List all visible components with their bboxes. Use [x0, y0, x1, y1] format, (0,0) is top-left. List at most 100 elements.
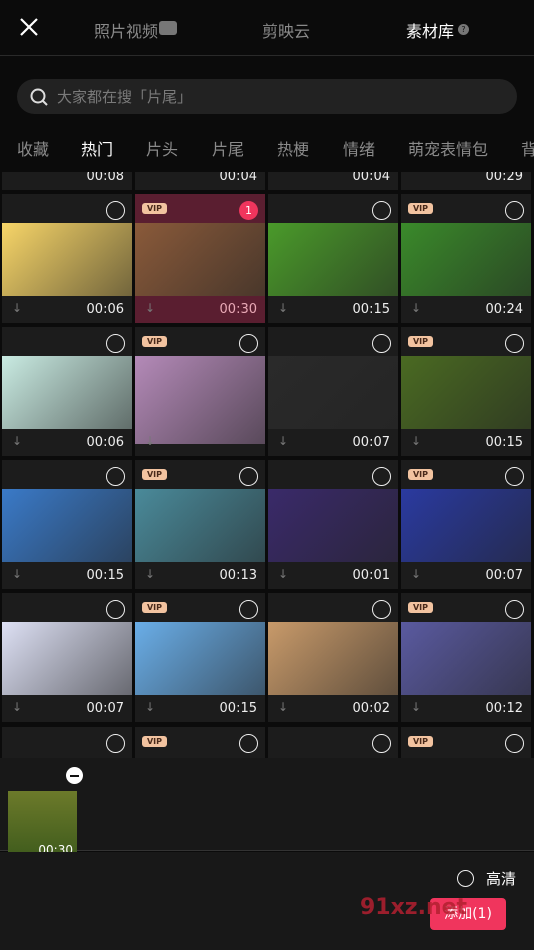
material-item[interactable]: 00:08 [2, 172, 132, 190]
download-icon[interactable]: ↓ [278, 567, 288, 581]
download-icon[interactable]: ↓ [12, 700, 22, 714]
material-item[interactable]: ↓ 00:07 [2, 593, 132, 722]
material-item[interactable]: ↓ 00:15 [268, 194, 398, 323]
select-circle-icon[interactable] [505, 201, 524, 220]
category-tab[interactable]: 片头 [146, 136, 178, 160]
vip-badge: VIP [408, 469, 433, 480]
tab-photos-videos[interactable]: 照片视频 [94, 18, 158, 42]
material-item[interactable]: ↓ 00:02 [268, 593, 398, 722]
thumbnail [2, 489, 132, 562]
download-icon[interactable]: ↓ [145, 567, 155, 581]
material-item[interactable]: ↓ 00:06 [2, 194, 132, 323]
category-tab[interactable]: 热梗 [277, 136, 309, 160]
material-item[interactable]: VIP [401, 727, 531, 758]
select-circle-icon[interactable] [372, 467, 391, 486]
select-circle-icon[interactable] [106, 600, 125, 619]
remove-icon[interactable] [66, 767, 83, 784]
tab-cloud[interactable]: 剪映云 [262, 18, 310, 42]
select-circle-icon[interactable] [239, 467, 258, 486]
select-circle-icon[interactable] [372, 600, 391, 619]
material-item[interactable]: VIP ↓ 00:12 [401, 593, 531, 722]
thumbnail [401, 223, 531, 296]
radio-icon [457, 870, 474, 887]
material-item[interactable]: 00:29 [401, 172, 531, 190]
thumbnail [401, 489, 531, 562]
download-icon[interactable]: ↓ [411, 301, 421, 315]
duration: 00:08 [86, 172, 124, 184]
select-circle-icon[interactable] [505, 600, 524, 619]
select-circle-icon[interactable] [106, 201, 125, 220]
download-icon[interactable]: ↓ [278, 700, 288, 714]
search-input[interactable]: 大家都在搜「片尾」 [17, 79, 517, 114]
material-item[interactable]: VIP ↓ 00:15 [135, 593, 265, 722]
material-item[interactable]: ↓ 00:06 [2, 327, 132, 456]
thumbnail [135, 622, 265, 695]
vip-badge: VIP [142, 736, 167, 747]
thumbnail [135, 356, 265, 444]
vip-badge: VIP [142, 469, 167, 480]
material-item[interactable]: ↓ 00:07 [268, 327, 398, 456]
select-circle-icon[interactable] [505, 334, 524, 353]
hd-toggle[interactable]: 高清 [457, 868, 516, 889]
material-item[interactable] [2, 727, 132, 758]
download-icon[interactable]: ↓ [12, 567, 22, 581]
category-tab[interactable]: 收藏 [17, 136, 49, 160]
category-tab[interactable]: 萌宠表情包 [408, 136, 488, 160]
tab-library[interactable]: 素材库 [406, 18, 454, 42]
search-icon [30, 88, 48, 106]
selected-clip[interactable]: 00:30 [8, 791, 77, 861]
duration: 00:13 [219, 568, 257, 583]
thumbnail [2, 356, 132, 429]
material-item[interactable]: 00:04 [268, 172, 398, 190]
material-item[interactable]: 00:04 [135, 172, 265, 190]
chevron-down-icon[interactable] [159, 21, 177, 35]
material-item[interactable]: ↓ 00:15 [2, 460, 132, 589]
select-circle-icon[interactable] [239, 600, 258, 619]
select-circle-icon[interactable] [505, 467, 524, 486]
download-icon[interactable]: ↓ [278, 434, 288, 448]
download-icon[interactable]: ↓ [12, 434, 22, 448]
material-item[interactable]: VIP ↓ 00:15 [401, 327, 531, 456]
help-icon[interactable]: ? [458, 24, 469, 35]
material-item[interactable]: VIP [135, 727, 265, 758]
thumbnail [268, 489, 398, 562]
select-circle-icon[interactable] [372, 334, 391, 353]
download-icon[interactable]: ↓ [145, 434, 155, 448]
category-tab[interactable]: 片尾 [212, 136, 244, 160]
material-item[interactable]: VIP ↓ 00:07 [401, 460, 531, 589]
vip-badge: VIP [408, 203, 433, 214]
download-icon[interactable]: ↓ [411, 434, 421, 448]
select-circle-icon[interactable] [505, 734, 524, 753]
selection-number[interactable]: 1 [239, 201, 258, 220]
vip-badge: VIP [408, 602, 433, 613]
close-icon[interactable] [18, 16, 40, 38]
duration: 00:15 [352, 302, 390, 317]
category-tab[interactable]: 情绪 [343, 136, 375, 160]
select-circle-icon[interactable] [106, 734, 125, 753]
material-item[interactable]: VIP ↓ 00:24 [401, 194, 531, 323]
select-circle-icon[interactable] [372, 734, 391, 753]
material-item[interactable]: VIP 1 ↓ 00:30 [135, 194, 265, 323]
download-icon[interactable]: ↓ [12, 301, 22, 315]
duration: 00:06 [86, 435, 124, 450]
category-tab[interactable]: 背 [521, 136, 534, 160]
duration: 00:04 [219, 172, 257, 184]
header: 照片视频 剪映云 素材库 ? [0, 0, 534, 56]
select-circle-icon[interactable] [239, 334, 258, 353]
material-item[interactable] [268, 727, 398, 758]
select-circle-icon[interactable] [239, 734, 258, 753]
download-icon[interactable]: ↓ [411, 567, 421, 581]
material-item[interactable]: ↓ 00:01 [268, 460, 398, 589]
select-circle-icon[interactable] [372, 201, 391, 220]
download-icon[interactable]: ↓ [145, 700, 155, 714]
material-item[interactable]: VIP ↓ 00:13 [135, 460, 265, 589]
select-circle-icon[interactable] [106, 334, 125, 353]
category-tab[interactable]: 热门 [81, 136, 113, 160]
select-circle-icon[interactable] [106, 467, 125, 486]
download-icon[interactable]: ↓ [145, 301, 155, 315]
duration: 00:30 [219, 302, 257, 317]
download-icon[interactable]: ↓ [278, 301, 288, 315]
download-icon[interactable]: ↓ [411, 700, 421, 714]
material-item[interactable]: VIP ↓ [135, 327, 265, 456]
duration: 00:04 [352, 172, 390, 184]
